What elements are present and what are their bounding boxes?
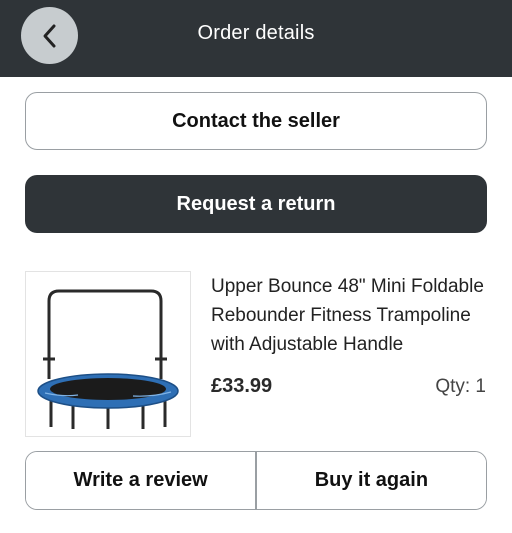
footer-action-group: Write a review Buy it again bbox=[25, 451, 487, 510]
page-title: Order details bbox=[197, 22, 315, 44]
buy-again-button[interactable]: Buy it again bbox=[256, 452, 486, 509]
request-return-button[interactable]: Request a return bbox=[25, 175, 487, 233]
product-price: £33.99 bbox=[211, 375, 273, 397]
product-image[interactable] bbox=[25, 271, 191, 437]
contact-seller-button[interactable]: Contact the seller bbox=[25, 92, 487, 150]
product-title[interactable]: Upper Bounce 48" Mini Foldable Rebounder… bbox=[211, 272, 496, 359]
write-review-button[interactable]: Write a review bbox=[26, 452, 256, 509]
trampoline-image bbox=[37, 289, 179, 429]
product-quantity: Qty: 1 bbox=[435, 376, 486, 397]
top-bar: Order details bbox=[0, 0, 512, 77]
